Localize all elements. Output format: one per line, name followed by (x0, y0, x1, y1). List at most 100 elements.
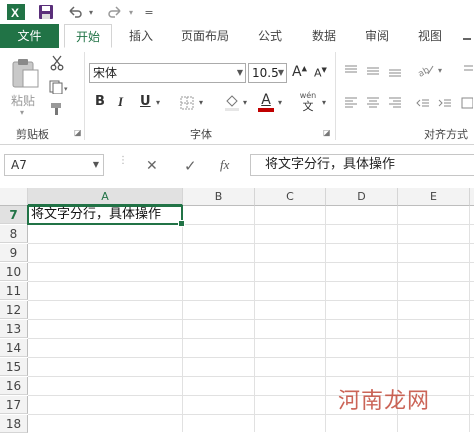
tab-view[interactable]: 视图 (408, 24, 452, 48)
cut-icon[interactable] (48, 54, 66, 72)
fill-color-dropdown-icon[interactable]: ▾ (243, 98, 247, 107)
align-middle-icon[interactable] (364, 62, 382, 80)
font-color-dropdown-icon[interactable]: ▾ (278, 98, 282, 107)
phonetic-bottom: 文 (302, 100, 314, 113)
customize-qat-icon[interactable]: = (142, 2, 156, 22)
orientation-dropdown-icon[interactable]: ▾ (438, 66, 442, 75)
select-all-corner[interactable] (0, 188, 28, 206)
copy-icon[interactable]: ▾ (48, 78, 70, 96)
gridline (182, 206, 183, 432)
row-header-9[interactable]: 9 (0, 244, 28, 262)
tab-file[interactable]: 文件 (0, 24, 59, 48)
svg-text:X: X (11, 6, 19, 20)
column-header-c[interactable]: C (255, 188, 326, 206)
svg-text:▾: ▾ (64, 85, 68, 93)
row-header-12[interactable]: 12 (0, 301, 28, 319)
paste-dropdown-icon[interactable]: ▾ (20, 108, 24, 117)
name-box[interactable]: A7 ▼ (4, 154, 104, 176)
font-color-label: A (261, 92, 271, 108)
chevron-down-icon: ▼ (277, 68, 284, 77)
redo-icon[interactable] (104, 2, 126, 22)
paste-icon[interactable] (8, 56, 42, 90)
insert-function-icon[interactable]: fx (220, 157, 229, 173)
tab-insert[interactable]: 插入 (118, 24, 164, 48)
clipboard-launcher-icon[interactable]: ◪ (74, 128, 82, 137)
clipboard-group-label: 剪贴板 (16, 128, 49, 141)
column-header-d[interactable]: D (326, 188, 398, 206)
align-top-icon[interactable] (342, 62, 360, 80)
tab-data[interactable]: 数据 (302, 24, 346, 48)
font-size-combo[interactable]: 10.5 ▼ (248, 63, 287, 83)
font-color-button[interactable]: A (258, 92, 274, 114)
phonetic-dropdown-icon[interactable]: ▾ (322, 98, 326, 107)
ribbon-tabs: 文件 开始 插入 页面布局 公式 数据 审阅 视图 (0, 24, 474, 49)
gridline (28, 262, 474, 263)
row-header-15[interactable]: 15 (0, 358, 28, 376)
row-header-7[interactable]: 7 (0, 206, 28, 224)
align-bottom-icon[interactable] (386, 62, 404, 80)
column-header-a[interactable]: A (28, 188, 183, 206)
font-launcher-icon[interactable]: ◪ (323, 128, 331, 137)
gridline (28, 376, 474, 377)
cancel-icon[interactable]: ✕ (146, 158, 158, 174)
row-header-10[interactable]: 10 (0, 263, 28, 281)
tab-home[interactable]: 开始 (64, 24, 112, 48)
tab-more[interactable] (460, 24, 474, 48)
gridline (325, 206, 326, 432)
underline-button[interactable]: U (140, 94, 151, 109)
row-header-13[interactable]: 13 (0, 320, 28, 338)
merge-center-icon[interactable] (460, 94, 474, 112)
paste-label[interactable]: 粘贴 (11, 92, 35, 109)
chevron-down-icon: ▼ (92, 160, 99, 169)
borders-dropdown-icon[interactable]: ▾ (199, 98, 203, 107)
fill-handle[interactable] (178, 220, 185, 227)
enter-icon[interactable]: ✓ (184, 157, 197, 175)
tab-page-layout[interactable]: 页面布局 (172, 24, 238, 48)
font-name-combo[interactable]: 宋体 ▼ (89, 63, 246, 83)
align-right-icon[interactable] (386, 94, 404, 112)
wrap-text-icon[interactable] (462, 62, 474, 80)
undo-dropdown-icon[interactable]: ▾ (86, 2, 96, 22)
column-header-b[interactable]: B (183, 188, 255, 206)
row-header-16[interactable]: 16 (0, 377, 28, 395)
italic-button[interactable]: I (118, 94, 123, 110)
orientation-icon[interactable]: ab (416, 60, 436, 80)
shrink-font-label: A (314, 66, 322, 80)
phonetic-guide-button[interactable]: wén 文 (298, 90, 318, 112)
align-left-icon[interactable] (342, 94, 360, 112)
column-header-f[interactable] (470, 188, 474, 206)
tab-formulas[interactable]: 公式 (248, 24, 292, 48)
fill-color-icon[interactable] (222, 92, 242, 112)
column-header-e[interactable]: E (398, 188, 470, 206)
decrease-indent-icon[interactable] (414, 94, 432, 112)
alignment-group-label: 对齐方式 (424, 128, 468, 141)
gridline (28, 338, 474, 339)
increase-indent-icon[interactable] (436, 94, 454, 112)
align-center-icon[interactable] (364, 94, 382, 112)
format-painter-icon[interactable] (48, 100, 66, 118)
formula-bar-grip-icon[interactable]: ⋮ (118, 156, 128, 172)
save-icon[interactable] (36, 2, 56, 22)
row-header-8[interactable]: 8 (0, 225, 28, 243)
row-header-17[interactable]: 17 (0, 396, 28, 414)
gridline (28, 243, 474, 244)
formula-input[interactable]: 将文字分行，具体操作 (250, 154, 474, 176)
chevron-down-icon: ▼ (236, 68, 243, 77)
borders-icon[interactable] (178, 94, 196, 112)
formula-bar: A7 ▼ ⋮ ✕ ✓ fx 将文字分行，具体操作 (0, 148, 474, 184)
underline-dropdown-icon[interactable]: ▾ (156, 98, 160, 107)
tab-review[interactable]: 审阅 (355, 24, 399, 48)
cell-a7-text: 将文字分行，具体操作 (31, 207, 162, 222)
excel-icon[interactable]: X (6, 2, 26, 22)
bold-button[interactable]: B (95, 94, 105, 109)
redo-dropdown-icon[interactable]: ▾ (126, 2, 136, 22)
row-header-11[interactable]: 11 (0, 282, 28, 300)
row-header-18[interactable]: 18 (0, 415, 28, 433)
gridline (28, 281, 474, 282)
undo-icon[interactable] (64, 2, 86, 22)
shrink-font-button[interactable]: A▼ (314, 66, 327, 80)
gridline (254, 206, 255, 432)
grow-font-button[interactable]: A▲ (292, 64, 307, 80)
grow-font-label: A (292, 64, 302, 80)
row-header-14[interactable]: 14 (0, 339, 28, 357)
